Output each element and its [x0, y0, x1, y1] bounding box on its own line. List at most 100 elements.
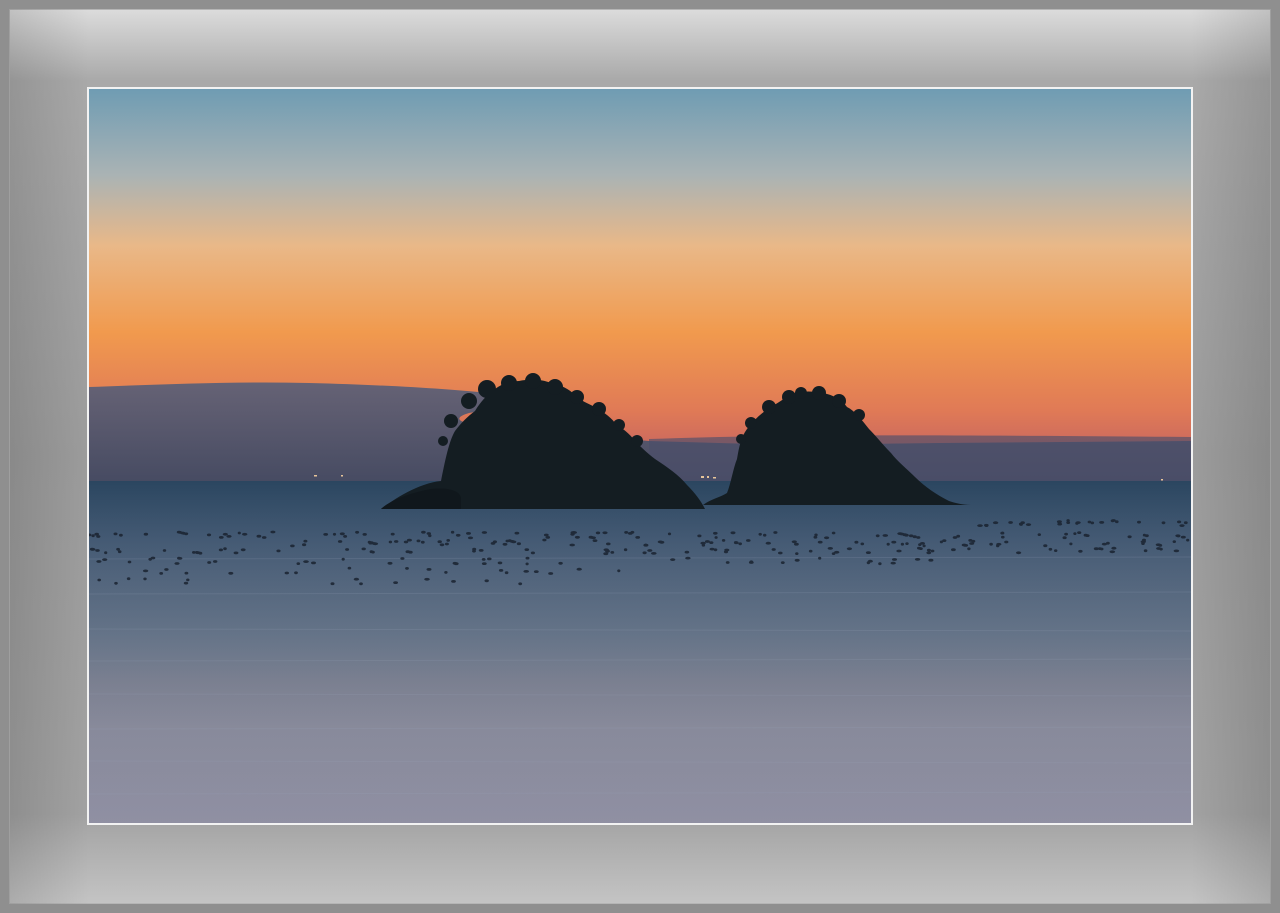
buoy: [1057, 522, 1063, 526]
buoy: [518, 582, 523, 586]
buoy: [206, 533, 212, 537]
buoy: [303, 560, 309, 563]
buoy: [359, 582, 363, 586]
buoy: [576, 567, 582, 571]
buoy: [523, 570, 529, 573]
buoy: [1180, 535, 1186, 539]
buoy: [624, 531, 629, 534]
buoy: [1172, 540, 1177, 543]
buoy: [854, 540, 859, 544]
buoy: [635, 536, 641, 539]
buoy: [1186, 538, 1190, 542]
buoy: [1161, 521, 1166, 525]
buoy: [808, 549, 813, 553]
buoy: [890, 561, 896, 565]
buoy: [1111, 546, 1117, 550]
buoy: [174, 562, 180, 565]
buoy: [226, 535, 232, 538]
buoy: [511, 540, 517, 544]
buoy: [183, 581, 189, 585]
buoy: [198, 551, 203, 555]
buoy: [734, 541, 739, 545]
buoy: [126, 577, 131, 581]
buoy: [926, 548, 931, 552]
buoy: [1099, 547, 1104, 551]
buoy: [1093, 547, 1099, 551]
buoy: [1037, 533, 1041, 536]
buoy: [951, 548, 956, 552]
buoy: [996, 542, 1002, 546]
buoy: [159, 572, 164, 575]
buoy: [421, 530, 426, 534]
buoy: [738, 542, 742, 546]
buoy: [530, 551, 535, 555]
buoy: [1177, 520, 1182, 524]
buoy: [95, 549, 100, 552]
buoy: [143, 532, 149, 536]
buoy: [454, 562, 459, 566]
buoy: [330, 582, 335, 586]
buoy: [504, 571, 509, 575]
buoy: [119, 533, 123, 537]
buoy: [697, 534, 702, 538]
cloud-bank-far: [649, 435, 1191, 481]
buoy: [548, 572, 554, 575]
buoy: [1016, 551, 1022, 555]
buoy: [341, 557, 345, 561]
buoy: [525, 556, 530, 560]
buoy: [570, 531, 577, 534]
buoy: [114, 581, 118, 585]
buoy: [545, 536, 551, 539]
buoy: [922, 544, 926, 548]
buoy: [704, 540, 710, 543]
buoy: [773, 531, 778, 534]
buoy: [97, 578, 101, 582]
buoy: [533, 570, 539, 573]
buoy: [177, 557, 183, 560]
buoy: [343, 535, 348, 538]
buoy: [558, 561, 563, 565]
buoy: [270, 530, 276, 534]
buoy: [1064, 532, 1068, 536]
buoy: [659, 540, 665, 544]
buoy: [623, 548, 628, 552]
buoy: [758, 532, 762, 536]
buoy: [233, 551, 239, 555]
buoy: [709, 547, 715, 551]
buoy: [780, 561, 785, 564]
buoy: [446, 539, 451, 542]
buoy: [794, 558, 800, 562]
buoy: [914, 558, 921, 561]
buoy: [891, 540, 897, 544]
buoy: [1075, 521, 1081, 524]
buoy: [984, 524, 989, 527]
buoy: [916, 536, 921, 539]
buoy: [339, 532, 345, 536]
buoy: [771, 548, 776, 551]
buoy: [1043, 544, 1048, 548]
buoy: [1019, 523, 1023, 526]
buoy: [353, 577, 360, 581]
buoy: [481, 562, 487, 565]
buoy: [992, 521, 999, 525]
buoy: [713, 531, 718, 535]
buoy: [498, 569, 504, 572]
buoy: [765, 541, 771, 545]
sunset-photo: [89, 89, 1191, 823]
buoy: [1000, 531, 1005, 535]
buoy: [642, 551, 647, 555]
buoy: [478, 549, 484, 552]
buoy: [794, 542, 799, 546]
buoy: [926, 551, 932, 555]
buoy: [514, 531, 520, 535]
buoy: [813, 535, 818, 539]
buoy: [643, 543, 649, 547]
buoy: [1004, 540, 1009, 544]
buoy: [261, 536, 267, 539]
buoy: [875, 534, 880, 538]
buoy: [724, 548, 730, 552]
buoy: [525, 562, 529, 566]
buoy: [162, 549, 167, 552]
buoy: [1073, 532, 1077, 535]
buoy: [1056, 520, 1062, 524]
